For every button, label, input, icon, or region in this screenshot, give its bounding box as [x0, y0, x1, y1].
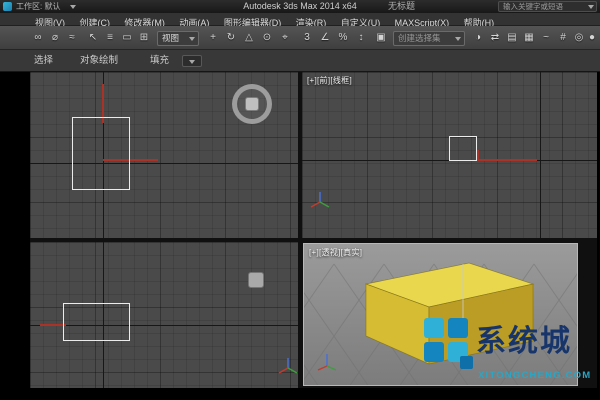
viewport-perspective[interactable]: [+][透视][真实] — [303, 243, 578, 386]
tab-object-paint[interactable]: 对象绘制 — [80, 50, 118, 72]
chevron-down-icon — [189, 60, 195, 64]
edit-named-selection-sets-icon[interactable]: ▣ — [373, 30, 389, 46]
align-icon[interactable]: ⇄ — [487, 30, 503, 46]
menu-bar: 视图(V) 创建(C) 修改器(M) 动画(A) 图形编辑器(D) 渲染(R) … — [0, 13, 600, 28]
select-object-icon[interactable]: ↖ — [85, 30, 101, 46]
grid-origin-y-axis — [540, 72, 541, 238]
chevron-down-icon — [189, 37, 195, 41]
viewport-top-left[interactable] — [30, 72, 298, 238]
spinner-snap-icon[interactable]: ↕ — [353, 30, 369, 46]
viewport-area: [+][前][线框] [+][透视][真实] — [30, 72, 597, 388]
world-axis-tripod-icon — [317, 354, 337, 371]
yellow-box — [364, 262, 535, 365]
document-title: 无标题 — [388, 1, 416, 11]
paint-brush-cursor-icon — [248, 272, 264, 288]
red-spline-segment — [477, 159, 537, 161]
title-bar: 工作区: 默认 Autodesk 3ds Max 2014 x64 无标题 输入… — [0, 0, 600, 13]
rectangle-spline — [449, 136, 477, 161]
select-by-name-icon[interactable]: ≡ — [102, 30, 118, 46]
layer-manager-icon[interactable]: ▤ — [504, 30, 520, 46]
world-axis-tripod-icon — [278, 358, 298, 374]
infocenter-search-input[interactable]: 输入关键字或短语 — [498, 1, 597, 12]
schematic-view-icon[interactable]: # — [555, 30, 571, 46]
reference-coordinate-value: 视图 — [162, 33, 180, 43]
select-and-rotate-icon[interactable]: ↻ — [223, 30, 239, 46]
select-and-link-icon[interactable]: ∞ — [30, 30, 46, 46]
world-axis-tripod-icon — [310, 192, 330, 208]
curve-editor-icon[interactable]: ~ — [538, 30, 554, 46]
rectangle-spline — [63, 303, 130, 341]
viewport-bottom-left[interactable] — [30, 242, 298, 388]
reference-coordinate-dropdown[interactable]: 视图 — [157, 31, 199, 46]
grid-origin-x-axis — [30, 163, 298, 164]
viewport-label-perspective[interactable]: [+][透视][真实] — [309, 247, 362, 258]
unlink-selection-icon[interactable]: ⌀ — [47, 30, 63, 46]
percent-snap-icon[interactable]: % — [335, 30, 351, 46]
snaps-toggle-icon[interactable]: 3 — [299, 30, 315, 46]
select-and-scale-icon[interactable]: △ — [241, 30, 257, 46]
selection-region-icon[interactable]: ▭ — [119, 30, 135, 46]
chevron-down-icon — [70, 5, 76, 9]
app-title: Autodesk 3ds Max 2014 x64 — [243, 1, 357, 11]
named-selection-sets-dropdown[interactable]: 创建选择集 — [393, 31, 465, 46]
workspace-dropdown[interactable]: 工作区: 默认 — [16, 0, 60, 13]
render-setup-icon[interactable]: ● — [584, 30, 600, 46]
viewport-label-front[interactable]: [+][前][线框] — [307, 75, 352, 86]
tab-select[interactable]: 选择 — [34, 50, 53, 72]
3dsmax-window: 工作区: 默认 Autodesk 3ds Max 2014 x64 无标题 输入… — [0, 0, 600, 400]
perspective-scene — [304, 262, 577, 385]
viewport-front[interactable]: [+][前][线框] — [302, 72, 597, 238]
select-and-manipulate-icon[interactable]: ⌖ — [277, 30, 293, 46]
named-selection-sets-value: 创建选择集 — [398, 33, 441, 43]
angle-snap-icon[interactable]: ∠ — [317, 30, 333, 46]
window-crossing-icon[interactable]: ⊞ — [136, 30, 152, 46]
select-and-move-icon[interactable]: + — [205, 30, 221, 46]
main-toolbar: ∞ ⌀ ≈ ↖ ≡ ▭ ⊞ 视图 + ↻ △ ⊙ ⌖ 3 ∠ % ↕ ▣ 创建选… — [0, 26, 600, 50]
use-pivot-center-icon[interactable]: ⊙ — [259, 30, 275, 46]
tab-populate[interactable]: 填充 — [150, 50, 169, 72]
graphite-ribbon-icon[interactable]: ▦ — [521, 30, 537, 46]
ribbon-tab-row: 选择 对象绘制 填充 — [0, 50, 600, 72]
ribbon-minimize-button[interactable] — [182, 55, 202, 67]
paint-brush-center-icon — [245, 97, 259, 111]
rectangle-spline — [72, 117, 130, 190]
mirror-icon[interactable]: ◑ — [470, 30, 486, 46]
chevron-down-icon — [455, 37, 461, 41]
search-chevron-down-icon — [588, 5, 594, 9]
bind-to-spacewarp-icon[interactable]: ≈ — [64, 30, 80, 46]
app-icon[interactable] — [3, 2, 12, 11]
